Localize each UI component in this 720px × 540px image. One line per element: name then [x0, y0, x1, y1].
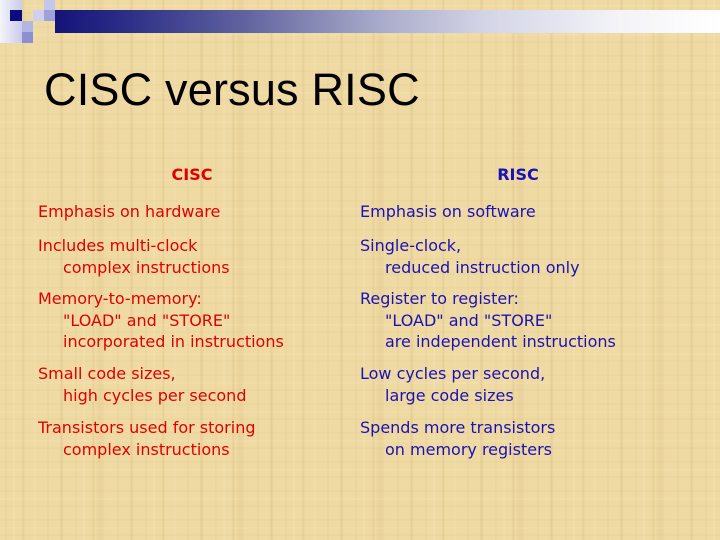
header-gradient-bar — [55, 10, 720, 33]
header-decoration-square — [10, 10, 22, 21]
cisc-column-header: CISC — [171, 165, 213, 184]
risc-item: Spends more transistors on memory regist… — [360, 417, 555, 460]
risc-item-line: on memory registers — [385, 439, 552, 459]
risc-item-line: large code sizes — [385, 385, 514, 405]
risc-item-line: Single-clock, — [360, 236, 462, 255]
header-decoration-square — [22, 32, 33, 43]
header-decoration-square — [22, 21, 33, 32]
risc-item-line: Low cycles per second, — [360, 364, 546, 383]
cisc-item-line: incorporated in instructions — [63, 332, 284, 351]
cisc-item-line: Emphasis on hardware — [38, 202, 221, 221]
slide-title: CISC versus RISC — [44, 64, 420, 115]
cisc-item: Memory-to-memory: "LOAD" and "STORE" inc… — [38, 288, 284, 353]
risc-item: Emphasis on software — [360, 201, 536, 223]
risc-item: Single-clock, reduced instruction only — [360, 235, 580, 278]
cisc-item-line: Memory-to-memory: — [38, 289, 202, 308]
risc-item-line: are independent instructions — [385, 332, 616, 351]
risc-item: Register to register: "LOAD" and "STORE"… — [360, 288, 616, 353]
header-decoration-square — [44, 10, 55, 21]
cisc-item-line: "LOAD" and "STORE" — [63, 310, 231, 330]
risc-item-line: reduced instruction only — [385, 257, 580, 277]
cisc-item-line: high cycles per second — [63, 385, 247, 405]
cisc-item: Transistors used for storing complex ins… — [38, 417, 256, 460]
cisc-item: Small code sizes, high cycles per second — [38, 363, 246, 406]
cisc-item-line: complex instructions — [63, 257, 230, 277]
header-decoration-square — [33, 10, 44, 21]
cisc-item: Emphasis on hardware — [38, 201, 220, 223]
header-decoration-square — [44, 0, 55, 10]
header-decoration-strip — [0, 0, 22, 43]
risc-item-line: Spends more transistors — [360, 418, 556, 437]
risc-item-line: "LOAD" and "STORE" — [385, 310, 553, 330]
risc-column-header: RISC — [497, 165, 539, 184]
cisc-item: Includes multi-clock complex instruction… — [38, 235, 230, 278]
cisc-item-line: Transistors used for storing — [38, 418, 256, 437]
cisc-item-line: Includes multi-clock — [38, 236, 198, 255]
risc-item-line: Emphasis on software — [360, 202, 536, 221]
risc-item: Low cycles per second, large code sizes — [360, 363, 545, 406]
risc-item-line: Register to register: — [360, 289, 519, 308]
cisc-item-line: complex instructions — [63, 439, 230, 459]
cisc-item-line: Small code sizes, — [38, 364, 176, 383]
